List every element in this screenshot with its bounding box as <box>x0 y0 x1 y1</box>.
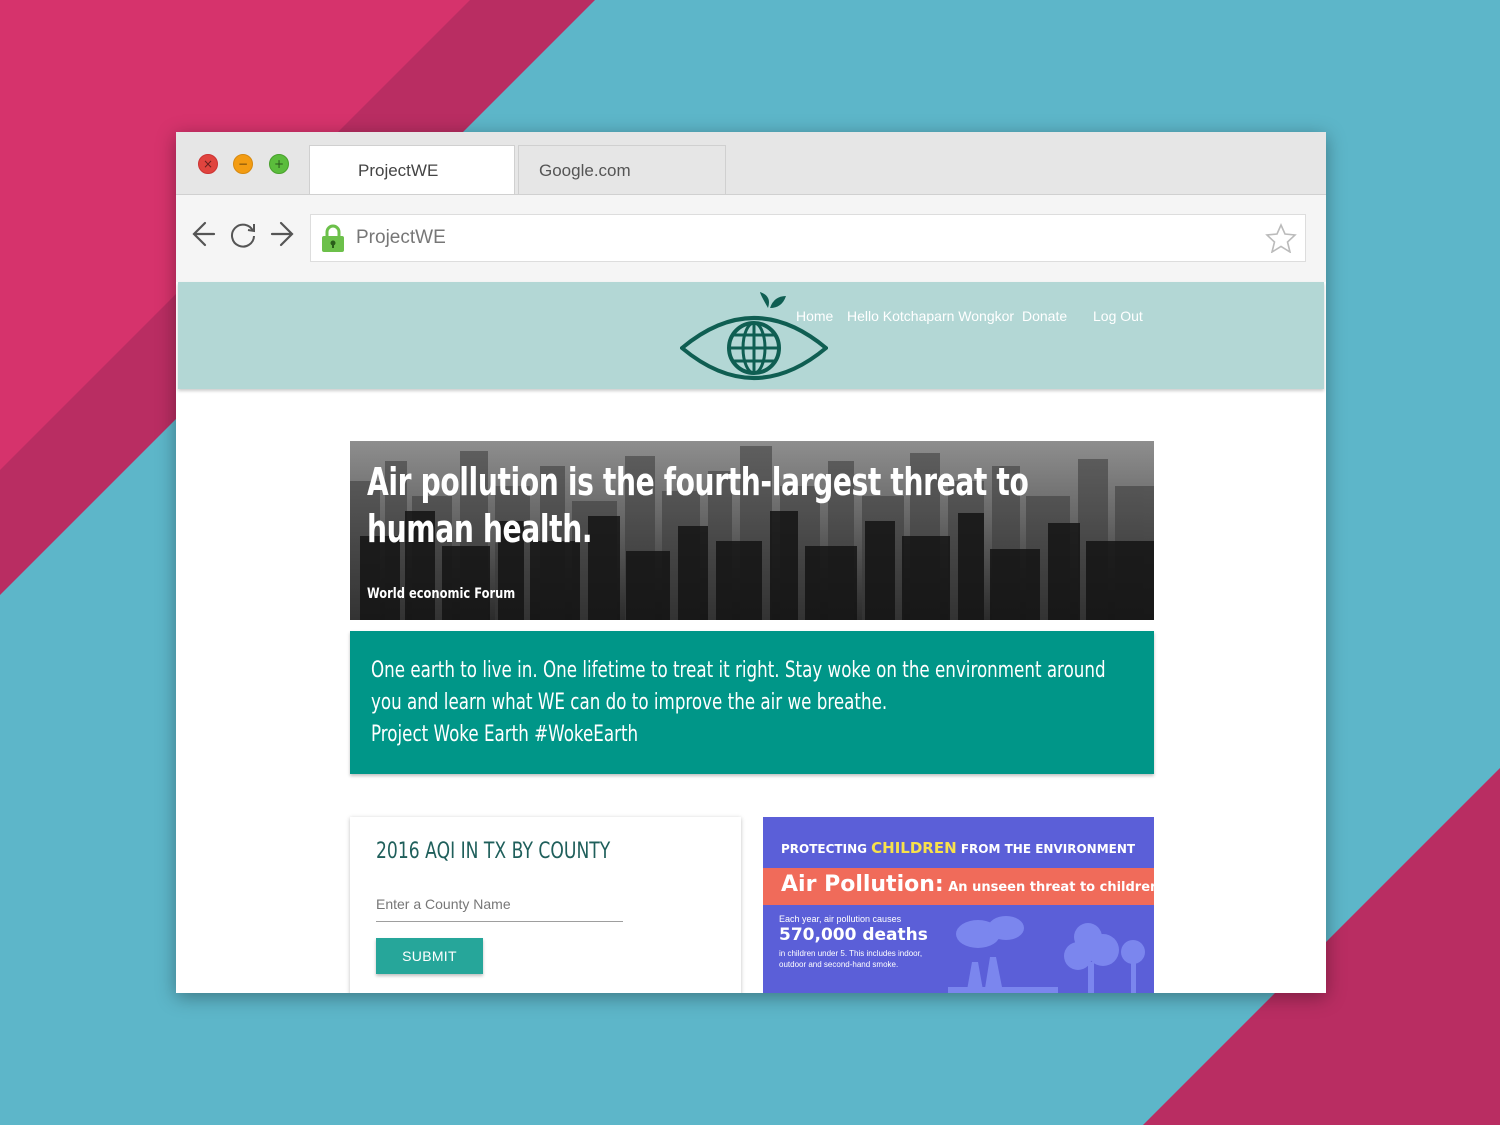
reload-icon[interactable] <box>228 219 258 249</box>
back-arrow-icon[interactable] <box>188 219 218 249</box>
infographic-heading-pre: PROTECTING <box>781 842 872 856</box>
forward-arrow-icon[interactable] <box>268 219 298 249</box>
infographic-headline: Air Pollution: An unseen threat to child… <box>781 872 1154 897</box>
site-header: Home Hello Kotchaparn Wongkor Donate Log… <box>178 282 1324 389</box>
infographic[interactable]: PROTECTING CHILDREN FROM THE ENVIRONMENT… <box>763 817 1154 993</box>
hero-banner: Air pollution is the fourth-largest thre… <box>350 441 1154 620</box>
webpage: Home Hello Kotchaparn Wongkor Donate Log… <box>176 282 1326 993</box>
hero-source: World economic Forum <box>367 586 516 602</box>
eye-globe-leaf-logo[interactable] <box>680 290 828 382</box>
nav-logout[interactable]: Log Out <box>1093 308 1143 324</box>
aqi-card: 2016 AQI IN TX BY COUNTY SUBMIT <box>350 817 741 993</box>
hero-title: Air pollution is the fourth-largest thre… <box>367 460 1029 551</box>
mission-line-2: Project Woke Earth #WokeEarth <box>371 722 639 747</box>
county-name-input[interactable] <box>376 887 623 922</box>
tab-projectwe[interactable]: ProjectWE <box>309 145 515 194</box>
star-icon[interactable] <box>1265 223 1297 253</box>
aqi-card-title: 2016 AQI IN TX BY COUNTY <box>376 839 611 864</box>
address-bar-area: ProjectWE <box>176 195 1326 283</box>
infographic-stat-intro: Each year, air pollution causes <box>779 914 902 924</box>
close-icon[interactable]: × <box>198 154 218 174</box>
infographic-headline-main: Air Pollution: <box>781 872 944 897</box>
infographic-heading-highlight: CHILDREN <box>871 839 957 857</box>
url-text: ProjectWE <box>356 227 446 248</box>
url-field[interactable]: ProjectWE <box>310 214 1306 262</box>
nav-donate[interactable]: Donate <box>1022 308 1067 324</box>
lock-icon <box>322 224 344 252</box>
infographic-stat-detail: in children under 5. This includes indoo… <box>779 949 923 969</box>
infographic-heading-post: FROM THE ENVIRONMENT <box>956 842 1136 856</box>
submit-button[interactable]: SUBMIT <box>376 938 483 974</box>
maximize-icon[interactable]: + <box>269 154 289 174</box>
browser-window: × − + ProjectWE Google.com ProjectWE Hom… <box>176 132 1326 993</box>
mission-line-1: One earth to live in. One lifetime to tr… <box>371 658 1106 715</box>
factory-trees-illustration <box>948 916 1145 993</box>
tab-google[interactable]: Google.com <box>518 145 726 194</box>
infographic-stat-value: 570,000 deaths <box>779 925 928 945</box>
infographic-headline-sub: An unseen threat to children's health. <box>948 880 1154 895</box>
infographic-heading: PROTECTING CHILDREN FROM THE ENVIRONMENT <box>781 839 1135 857</box>
nav-home[interactable]: Home <box>796 308 833 324</box>
nav-greeting[interactable]: Hello Kotchaparn Wongkor <box>847 308 1014 324</box>
minimize-icon[interactable]: − <box>233 154 253 174</box>
infographic-strip: Air Pollution: An unseen threat to child… <box>763 868 1154 905</box>
tab-bar: × − + ProjectWE Google.com <box>176 132 1326 195</box>
mission-banner: One earth to live in. One lifetime to tr… <box>350 631 1154 774</box>
mission-text: One earth to live in. One lifetime to tr… <box>371 655 1131 751</box>
